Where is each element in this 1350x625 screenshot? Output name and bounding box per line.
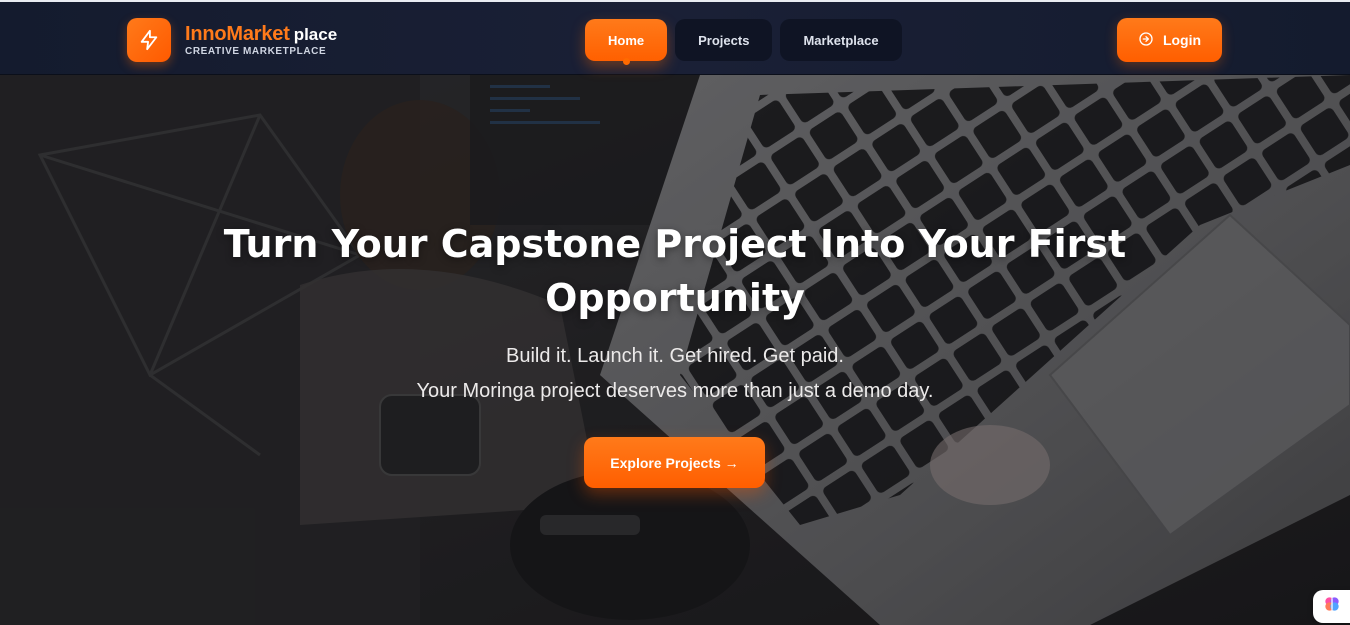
- hero-section: Turn Your Capstone Project Into Your Fir…: [0, 75, 1350, 625]
- nav-item-label: Home: [608, 32, 645, 48]
- brand-name-primary: InnoMarket: [185, 22, 290, 45]
- sign-in-icon: [1138, 31, 1154, 50]
- nav-item-label: Marketplace: [803, 32, 879, 48]
- hero-subtitle-1: Build it. Launch it. Get hired. Get paid…: [506, 345, 844, 367]
- hero-subtitle-2: Your Moringa project deserves more than …: [416, 380, 934, 402]
- brand-text: InnoMarket place CREATIVE MARKETPLACE: [185, 24, 337, 57]
- nav-item-home[interactable]: Home: [585, 19, 668, 65]
- brand-logo[interactable]: InnoMarket place CREATIVE MARKETPLACE: [127, 18, 337, 62]
- lightning-bolt-icon: [127, 18, 171, 62]
- hero-title: Turn Your Capstone Project Into Your Fir…: [223, 222, 1127, 320]
- nav-item-projects[interactable]: Projects: [675, 19, 773, 61]
- explore-projects-button[interactable]: Explore Projects →: [584, 437, 765, 488]
- assistant-launcher[interactable]: [1313, 590, 1350, 623]
- active-indicator: [622, 58, 630, 65]
- brain-icon: [1322, 594, 1342, 619]
- nav-item-marketplace[interactable]: Marketplace: [780, 19, 902, 61]
- brand-tagline: CREATIVE MARKETPLACE: [185, 45, 327, 57]
- login-button[interactable]: Login: [1117, 18, 1222, 62]
- nav-item-label: Projects: [698, 32, 750, 48]
- brand-name-secondary: place: [293, 24, 338, 44]
- top-navbar: InnoMarket place CREATIVE MARKETPLACE Hom…: [0, 0, 1350, 75]
- login-label: Login: [1162, 32, 1202, 48]
- main-nav: Home Projects Marketplace: [585, 19, 902, 65]
